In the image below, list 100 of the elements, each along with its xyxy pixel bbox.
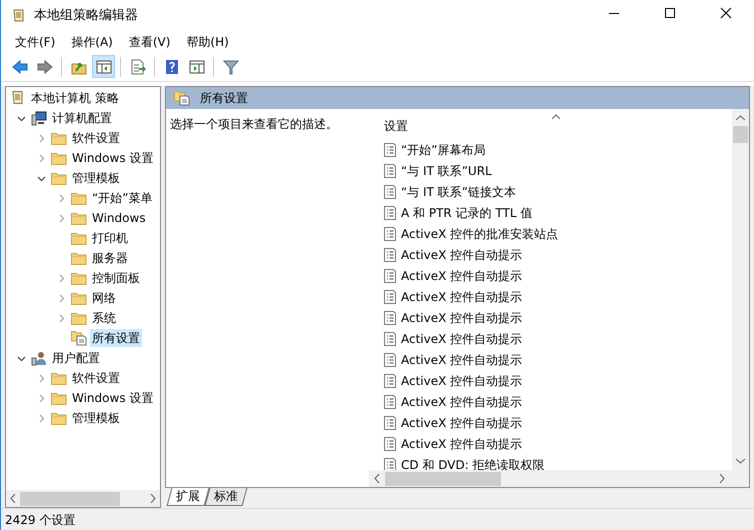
expand-chevron-icon[interactable]: [57, 194, 66, 202]
tree-item[interactable]: 系统: [90, 309, 118, 327]
setting-item[interactable]: ActiveX 控件自动提示: [401, 434, 522, 452]
setting-item[interactable]: ActiveX 控件自动提示: [401, 350, 522, 368]
expand-chevron-icon[interactable]: [57, 314, 66, 322]
scroll-up-icon[interactable]: [736, 115, 745, 121]
scroll-down-icon[interactable]: [736, 458, 745, 464]
document-list-icon: [384, 290, 396, 304]
toolbar-button[interactable]: [92, 55, 115, 78]
document-list-icon: [384, 310, 396, 324]
setting-item[interactable]: ActiveX 控件自动提示: [401, 372, 522, 390]
vertical-scrollbar[interactable]: [732, 109, 749, 470]
tree-item[interactable]: 用户配置: [50, 349, 102, 367]
close-icon[interactable]: [720, 7, 732, 19]
view-tab[interactable]: 标准: [204, 488, 248, 506]
expand-chevron-icon[interactable]: [57, 294, 66, 302]
tree-item[interactable]: 计算机配置: [50, 109, 114, 127]
folder-icon: [71, 190, 87, 206]
folder-icon: [51, 170, 67, 186]
expand-chevron-icon[interactable]: [37, 134, 46, 142]
horizontal-scrollbar[interactable]: [6, 490, 160, 507]
folder-icon: [51, 390, 67, 406]
tree-item[interactable]: 打印机: [90, 229, 130, 247]
folder-list-icon: [174, 90, 190, 106]
tree-item[interactable]: Windows 设置: [70, 389, 156, 407]
scroll-right-icon[interactable]: [150, 494, 156, 503]
folder-list-icon: [71, 330, 87, 346]
show-tree-icon: [96, 58, 112, 74]
document-list-icon: [384, 416, 396, 430]
tree-item[interactable]: 软件设置: [70, 129, 122, 147]
export-list-icon: [130, 58, 146, 74]
expand-chevron-icon[interactable]: [37, 154, 46, 162]
tree-item[interactable]: Windows: [90, 209, 148, 227]
expand-chevron-icon[interactable]: [57, 274, 66, 282]
tree-item[interactable]: 软件设置: [70, 369, 122, 387]
tree-item[interactable]: 管理模板: [70, 409, 122, 427]
folder-icon: [51, 130, 67, 146]
setting-item[interactable]: ActiveX 控件自动提示: [401, 288, 522, 306]
document-list-icon: [384, 142, 396, 156]
tree-item[interactable]: 网络: [90, 289, 118, 307]
tree-item[interactable]: 控制面板: [90, 269, 142, 287]
horizontal-scrollbar[interactable]: [369, 470, 749, 487]
tree-item[interactable]: 本地计算机 策略: [29, 89, 121, 107]
document-list-icon: [384, 248, 396, 262]
collapse-chevron-icon[interactable]: [37, 174, 46, 182]
setting-item[interactable]: A 和 PTR 记录的 TTL 值: [401, 204, 532, 222]
tree-item[interactable]: 所有设置: [90, 329, 142, 347]
expand-chevron-icon[interactable]: [37, 394, 46, 402]
menu-item[interactable]: 文件(F): [7, 32, 64, 52]
setting-item[interactable]: “与 IT 联系”URL: [401, 162, 492, 180]
document-list-icon: [384, 268, 396, 282]
document-list-icon: [384, 436, 396, 450]
menu-item[interactable]: 操作(A): [63, 32, 121, 52]
menu-item[interactable]: 帮助(H): [178, 32, 237, 52]
folder-icon: [71, 230, 87, 246]
setting-item[interactable]: ActiveX 控件的批准安装站点: [401, 224, 558, 242]
collapse-chevron-icon[interactable]: [17, 114, 26, 122]
tree-item[interactable]: 管理模板: [70, 169, 122, 187]
folder-icon: [71, 270, 87, 286]
computer-icon: [31, 110, 47, 126]
forward-arrow-icon: [36, 58, 52, 74]
collapse-chevron-icon[interactable]: [17, 354, 26, 362]
expand-chevron-icon[interactable]: [37, 414, 46, 422]
setting-item[interactable]: ActiveX 控件自动提示: [401, 246, 522, 264]
back-arrow-icon: [12, 58, 28, 74]
expand-chevron-icon[interactable]: [37, 374, 46, 382]
help-icon: [164, 58, 180, 74]
folder-icon: [51, 410, 67, 426]
sort-caret-icon: [552, 114, 560, 119]
setting-item[interactable]: ActiveX 控件自动提示: [401, 330, 522, 348]
description-text: 选择一个项目来查看它的描述。: [170, 117, 338, 131]
scroll-left-icon[interactable]: [10, 494, 16, 503]
scroll-right-icon[interactable]: [719, 474, 725, 483]
scroll-thumb[interactable]: [733, 126, 748, 143]
view-tab[interactable]: 扩展: [166, 488, 210, 506]
column-header[interactable]: 设置: [384, 109, 732, 139]
tree-item[interactable]: “开始”菜单: [90, 189, 154, 207]
document-list-icon: [384, 226, 396, 240]
user-icon: [31, 350, 47, 366]
scroll-thumb[interactable]: [385, 472, 501, 486]
expand-chevron-icon[interactable]: [57, 214, 66, 222]
setting-item[interactable]: ActiveX 控件自动提示: [401, 308, 522, 326]
filter-icon: [222, 58, 238, 74]
folder-icon: [71, 250, 87, 266]
setting-item[interactable]: CD 和 DVD: 拒绝读取权限: [401, 456, 545, 470]
document-list-icon: [384, 332, 396, 346]
setting-item[interactable]: ActiveX 控件自动提示: [401, 266, 522, 284]
document-list-icon: [384, 352, 396, 366]
menu-item[interactable]: 查看(V): [120, 32, 178, 52]
tree-item[interactable]: 服务器: [90, 249, 130, 267]
setting-item[interactable]: ActiveX 控件自动提示: [401, 392, 522, 410]
window-title: 本地组策略编辑器: [34, 7, 138, 26]
setting-item[interactable]: ActiveX 控件自动提示: [401, 414, 522, 432]
folder-icon: [71, 290, 87, 306]
action-pane-icon: [188, 58, 204, 74]
scroll-left-icon[interactable]: [374, 474, 380, 483]
setting-item[interactable]: “开始”屏幕布局: [401, 140, 486, 158]
tree-item[interactable]: Windows 设置: [70, 149, 156, 167]
scroll-thumb[interactable]: [20, 492, 120, 506]
setting-item[interactable]: “与 IT 联系”链接文本: [401, 182, 516, 200]
